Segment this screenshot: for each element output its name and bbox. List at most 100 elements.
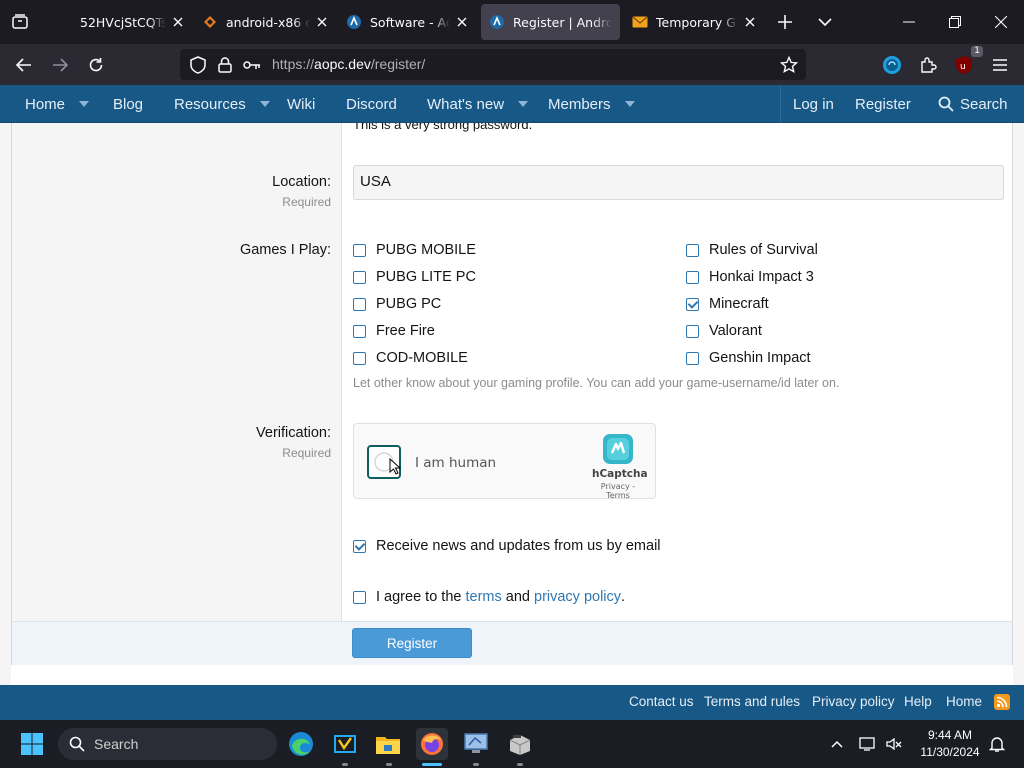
footer-link-contact[interactable]: Contact us xyxy=(629,694,694,709)
game-checkbox-cod-mobile[interactable]: COD-MOBILE xyxy=(353,350,468,366)
checkbox[interactable] xyxy=(686,351,699,365)
nav-resources[interactable]: Resources xyxy=(174,85,270,123)
chevron-down-icon[interactable] xyxy=(79,101,90,107)
browser-tab-3[interactable]: Software - Adva xyxy=(338,4,478,40)
taskbar-clock[interactable]: 9:44 AM 11/30/2024 xyxy=(912,727,988,761)
nav-wiki[interactable]: Wiki xyxy=(287,85,315,123)
nav-whats-new[interactable]: What's new xyxy=(427,85,529,123)
taskbar-search[interactable]: Search xyxy=(58,728,277,760)
close-icon[interactable] xyxy=(454,14,470,30)
bookmark-star-icon[interactable] xyxy=(780,56,798,74)
url-bar[interactable]: https://aopc.dev/register/ xyxy=(180,49,806,80)
game-checkbox-free-fire[interactable]: Free Fire xyxy=(353,323,435,339)
tab-title: Temporary Gma xyxy=(656,14,738,30)
browser-tab-5[interactable]: Temporary Gma xyxy=(624,4,766,40)
taskbar-file-explorer[interactable] xyxy=(372,728,404,760)
close-icon[interactable] xyxy=(170,14,186,30)
location-input[interactable]: USA xyxy=(353,165,1004,200)
nav-wiki-label: Wiki xyxy=(287,95,316,113)
taskbar-firefox[interactable] xyxy=(416,728,448,760)
game-checkbox-pubg-lite-pc[interactable]: PUBG LITE PC xyxy=(353,269,476,285)
footer-link-help[interactable]: Help xyxy=(904,694,932,709)
back-button[interactable] xyxy=(9,50,39,80)
footer-link-home[interactable]: Home xyxy=(946,694,982,709)
newsletter-checkbox-row[interactable]: Receive news and updates from us by emai… xyxy=(353,538,661,554)
game-checkbox-pubg-pc[interactable]: PUBG PC xyxy=(353,296,441,312)
checkbox[interactable] xyxy=(353,324,366,338)
checkbox-checked[interactable] xyxy=(686,297,699,311)
game-name: Free Fire xyxy=(376,323,435,339)
reload-button[interactable] xyxy=(81,50,111,80)
active-app-indicator xyxy=(422,763,442,766)
nav-blog[interactable]: Blog xyxy=(113,85,143,123)
nav-members[interactable]: Members xyxy=(548,85,635,123)
tracking-shield-icon[interactable] xyxy=(189,56,207,74)
close-window-button[interactable] xyxy=(978,0,1024,44)
checkbox[interactable] xyxy=(353,270,366,284)
nav-login[interactable]: Log in xyxy=(793,85,834,123)
browser-tab-4-active[interactable]: Register | Andro xyxy=(481,4,620,40)
browser-tab-1[interactable]: 52HVcjStCQTsaDJWz xyxy=(48,4,194,40)
agree-suffix: . xyxy=(621,589,626,605)
nav-whats-new-label: What's new xyxy=(427,95,505,113)
nav-register[interactable]: Register xyxy=(855,85,911,123)
display-tray-button[interactable] xyxy=(856,728,880,760)
rss-icon[interactable] xyxy=(994,694,1010,710)
game-name: Honkai Impact 3 xyxy=(709,269,814,285)
register-submit-button[interactable]: Register xyxy=(352,628,472,658)
code-editor-icon xyxy=(334,735,356,753)
taskbar-edge[interactable] xyxy=(285,728,317,760)
checkbox[interactable] xyxy=(686,270,699,284)
checkbox[interactable] xyxy=(353,351,366,365)
extension-badge: 1 xyxy=(971,46,983,57)
game-checkbox-pubg-mobile[interactable]: PUBG MOBILE xyxy=(353,242,476,258)
checkbox[interactable] xyxy=(686,324,699,338)
list-all-tabs-button[interactable] xyxy=(811,8,839,36)
lock-icon[interactable] xyxy=(216,56,234,74)
chevron-down-icon[interactable] xyxy=(624,101,635,107)
nav-home[interactable]: Home xyxy=(25,85,90,123)
chevron-down-icon[interactable] xyxy=(518,101,529,107)
captcha-privacy-terms[interactable]: Privacy - Terms xyxy=(590,482,646,500)
key-icon[interactable] xyxy=(243,56,261,74)
agree-terms-checkbox-row[interactable]: I agree to the terms and privacy policy. xyxy=(353,589,625,605)
checkbox[interactable] xyxy=(686,243,699,257)
game-checkbox-rules-of-survival[interactable]: Rules of Survival xyxy=(686,242,818,258)
footer-link-terms[interactable]: Terms and rules xyxy=(704,694,800,709)
menu-button[interactable] xyxy=(985,50,1015,80)
forward-button[interactable] xyxy=(45,50,75,80)
footer-link-privacy[interactable]: Privacy policy xyxy=(812,694,895,709)
captcha-checkbox[interactable] xyxy=(367,445,401,479)
start-button[interactable] xyxy=(16,728,48,760)
game-checkbox-valorant[interactable]: Valorant xyxy=(686,323,762,339)
new-tab-button[interactable] xyxy=(771,8,799,36)
browser-tab-2[interactable]: android-x86 dow xyxy=(194,4,338,40)
nav-search[interactable]: Search xyxy=(938,85,1008,123)
tab-list-button[interactable] xyxy=(6,8,34,36)
notifications-button[interactable] xyxy=(984,728,1010,760)
restore-button[interactable] xyxy=(932,0,978,44)
checkbox[interactable] xyxy=(353,297,366,311)
taskbar-remote-desktop[interactable] xyxy=(460,728,492,760)
minimize-button[interactable] xyxy=(886,0,932,44)
firefox-account-button[interactable] xyxy=(877,50,907,80)
nav-discord[interactable]: Discord xyxy=(346,85,397,123)
game-checkbox-honkai-impact-3[interactable]: Honkai Impact 3 xyxy=(686,269,814,285)
privacy-policy-link[interactable]: privacy policy xyxy=(534,589,621,605)
volume-tray-button[interactable] xyxy=(882,728,906,760)
plus-icon xyxy=(778,15,792,29)
close-icon[interactable] xyxy=(314,14,330,30)
chevron-down-icon[interactable] xyxy=(259,101,270,107)
close-icon[interactable] xyxy=(742,14,758,30)
show-hidden-icons-button[interactable] xyxy=(822,728,852,760)
checkbox[interactable] xyxy=(353,243,366,257)
taskbar-app-box[interactable] xyxy=(504,728,536,760)
taskbar-vscode[interactable] xyxy=(329,728,361,760)
extensions-button[interactable] xyxy=(913,50,943,80)
terms-link[interactable]: terms xyxy=(465,589,501,605)
checkbox-checked[interactable] xyxy=(353,539,366,553)
game-checkbox-minecraft[interactable]: Minecraft xyxy=(686,296,769,312)
game-checkbox-genshin-impact[interactable]: Genshin Impact xyxy=(686,350,811,366)
ublock-origin-button[interactable]: u 1 xyxy=(949,46,983,80)
checkbox[interactable] xyxy=(353,590,366,604)
